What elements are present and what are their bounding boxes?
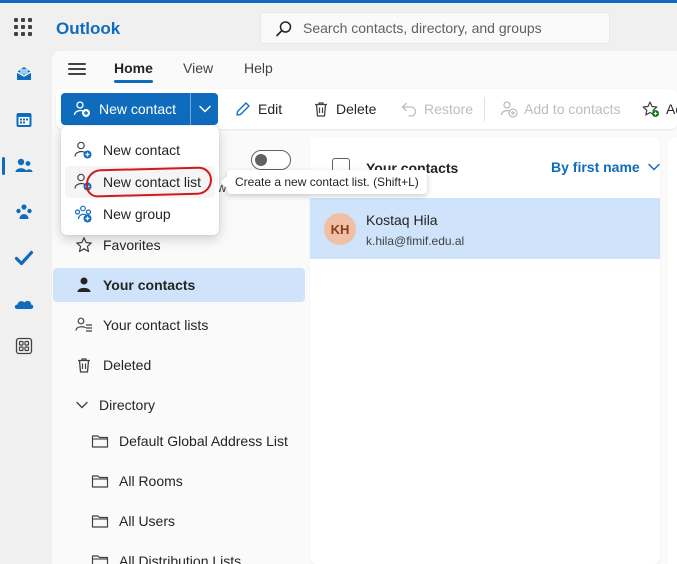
delete-label: Delete	[336, 101, 377, 117]
groups-icon[interactable]	[8, 196, 40, 228]
avatar: KH	[324, 213, 356, 245]
nav-item-your-contacts[interactable]: Your contacts	[53, 268, 305, 302]
tooltip: Create a new contact list. (Shift+L)	[227, 170, 427, 194]
new-contact-split-button: New contact	[61, 93, 218, 125]
reading-pane-edge	[668, 137, 677, 564]
nav-item-all-rooms[interactable]: All Rooms	[53, 464, 305, 498]
app-launcher-icon[interactable]	[14, 18, 32, 36]
app-rail	[0, 51, 48, 564]
chevron-down-icon	[198, 105, 211, 113]
menu-item-new-group[interactable]: New group	[65, 198, 215, 230]
tab-home[interactable]: Home	[114, 60, 153, 83]
folder-icon	[91, 433, 109, 449]
contact-row[interactable]: KH Kostaq Hila k.hila@fimif.edu.al	[310, 198, 660, 259]
tab-help[interactable]: Help	[244, 60, 273, 76]
nav-item-label: Deleted	[103, 357, 152, 373]
more-apps-icon[interactable]	[8, 330, 40, 362]
new-contact-label: New contact	[99, 101, 177, 117]
menu-item-new-contact[interactable]: New contact	[65, 134, 215, 166]
calendar-icon[interactable]	[8, 104, 40, 136]
restore-button[interactable]: Restore	[400, 93, 473, 125]
nav-item-deleted[interactable]: Deleted	[53, 348, 305, 382]
nav-item-label: Default Global Address List	[119, 433, 288, 449]
contact-list-icon	[75, 316, 93, 334]
edit-label: Edit	[258, 101, 283, 117]
nav-item-label: All Users	[119, 513, 176, 529]
mail-icon[interactable]	[8, 58, 40, 90]
menu-item-label: New contact	[103, 142, 181, 158]
group-add-icon	[73, 204, 93, 224]
nav-item-all-distribution-lists[interactable]: All Distribution Lists	[53, 544, 305, 564]
add-to-favorites-button[interactable]: Ac	[642, 93, 677, 125]
person-add-icon	[73, 100, 91, 118]
chevron-down-icon	[75, 398, 89, 412]
search-icon	[275, 20, 293, 38]
tab-view[interactable]: View	[183, 60, 213, 76]
nav-item-all-users[interactable]: All Users	[53, 504, 305, 538]
new-contact-button[interactable]: New contact	[61, 93, 190, 125]
delete-button[interactable]: Delete	[312, 93, 376, 125]
nav-item-label: Your contact lists	[103, 317, 209, 333]
undo-icon	[400, 100, 418, 118]
header: Outlook	[0, 3, 677, 51]
add-to-contacts-button[interactable]: Add to contacts	[500, 93, 621, 125]
nav-item-label: Directory	[99, 397, 156, 413]
sort-label: By first name	[551, 159, 640, 175]
sort-dropdown[interactable]: By first name	[551, 159, 660, 175]
view-toggle-switch[interactable]	[251, 150, 291, 170]
star-add-icon	[642, 100, 660, 118]
hamburger-menu-icon[interactable]	[68, 60, 88, 78]
contact-email: k.hila@fimif.edu.al	[366, 234, 465, 248]
chevron-down-icon	[647, 163, 660, 171]
contact-name: Kostaq Hila	[366, 212, 438, 228]
nav-item-label: All Distribution Lists	[119, 553, 242, 564]
edit-button[interactable]: Edit	[234, 93, 282, 125]
ribbon-tabs: Home View Help	[52, 51, 677, 87]
nav-item-label: All Rooms	[119, 473, 183, 489]
app-title[interactable]: Outlook	[56, 19, 120, 39]
trash-icon	[75, 356, 93, 374]
nav-item-your-contact-lists[interactable]: Your contact lists	[53, 308, 305, 342]
add-to-contacts-label: Add to contacts	[524, 101, 621, 117]
new-contact-dropdown-toggle[interactable]	[190, 93, 218, 125]
nav-item-label: Favorites	[103, 237, 161, 253]
toolbar-divider	[484, 97, 485, 121]
nav-item-directory[interactable]: Directory	[53, 388, 305, 422]
nav-item-default-global-address-list[interactable]: Default Global Address List	[53, 424, 305, 458]
folder-icon	[91, 513, 109, 529]
people-icon[interactable]	[2, 150, 40, 182]
search-box[interactable]	[260, 12, 610, 44]
person-icon	[75, 276, 93, 294]
restore-label: Restore	[424, 101, 474, 117]
toolbar: New contact Edit Delete Restore Add to c…	[56, 89, 677, 129]
folder-icon	[91, 473, 109, 489]
star-icon	[75, 236, 93, 254]
nav-item-label: Your contacts	[103, 277, 196, 293]
search-input[interactable]	[303, 13, 593, 43]
onedrive-icon[interactable]	[8, 288, 40, 320]
contact-list-pane: Your contacts By first name KH Kostaq Hi…	[310, 137, 660, 564]
menu-item-label: New group	[103, 206, 171, 222]
pencil-icon	[234, 100, 252, 118]
annotation-circle	[85, 166, 213, 198]
person-add-icon	[73, 140, 93, 160]
folder-icon	[91, 553, 109, 564]
overflow-label: Ac	[666, 101, 677, 117]
todo-icon[interactable]	[8, 242, 40, 274]
person-add-icon	[500, 100, 518, 118]
trash-icon	[312, 100, 330, 118]
